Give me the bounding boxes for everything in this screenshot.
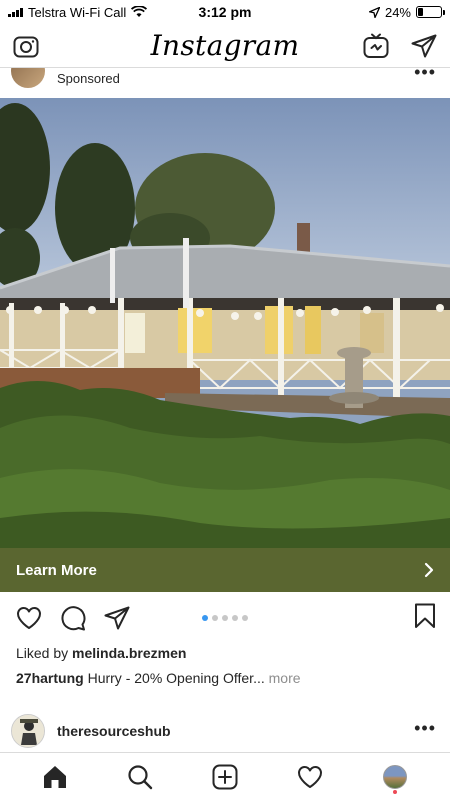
carousel-dot <box>212 615 218 621</box>
igtv-icon[interactable] <box>362 32 390 60</box>
profile-thumbnail <box>383 764 408 789</box>
wifi-icon <box>131 6 148 17</box>
carousel-dot <box>242 615 248 621</box>
learn-more-label: Learn More <box>16 561 97 579</box>
caption-text: Hurry - 20% Opening Offer... <box>87 670 265 686</box>
carousel-dot <box>202 615 208 621</box>
share-icon <box>104 606 130 630</box>
next-post-options-icon[interactable]: ••• <box>414 718 436 739</box>
status-bar: Telstra Wi-Fi Call 3:12 pm 24% <box>0 0 450 24</box>
sponsored-label: Sponsored <box>57 71 120 86</box>
home-icon[interactable] <box>37 759 73 795</box>
activity-icon[interactable] <box>292 759 328 795</box>
likes-prefix: Liked by <box>16 645 69 661</box>
bookmark-icon <box>415 603 435 628</box>
profile-avatar[interactable] <box>377 759 413 795</box>
share-button[interactable] <box>102 603 132 633</box>
post-actions <box>0 600 450 636</box>
next-post-username[interactable]: theresourceshub <box>57 723 171 739</box>
learn-more-button[interactable]: Learn More <box>0 548 450 592</box>
comment-button[interactable] <box>58 603 88 633</box>
status-right: 24% <box>368 4 445 20</box>
comment-icon <box>61 606 86 631</box>
new-post-icon[interactable] <box>207 759 243 795</box>
next-post-avatar[interactable] <box>11 714 45 748</box>
top-header: Instagram <box>0 24 450 68</box>
liked-by-username[interactable]: melinda.brezmen <box>72 645 186 661</box>
notification-dot <box>393 789 398 794</box>
like-button[interactable] <box>14 603 44 633</box>
bottom-nav <box>0 752 450 800</box>
chevron-right-icon <box>424 562 434 578</box>
post-header: Sponsored ••• <box>0 68 450 98</box>
status-left: Telstra Wi-Fi Call <box>8 4 148 20</box>
direct-message-icon[interactable] <box>410 32 438 60</box>
caption-more-link[interactable]: more <box>269 670 301 686</box>
save-button[interactable] <box>414 603 436 634</box>
post-options-icon[interactable]: ••• <box>414 68 436 83</box>
signal-icon <box>8 7 23 17</box>
battery-fill <box>418 8 424 16</box>
carousel-dot <box>232 615 238 621</box>
battery-percent: 24% <box>384 4 411 20</box>
carrier-label: Telstra Wi-Fi Call <box>28 4 127 20</box>
location-arrow-icon <box>368 6 380 18</box>
post-image[interactable] <box>0 98 450 548</box>
advertiser-avatar[interactable] <box>11 68 45 88</box>
carousel-dot <box>222 615 228 621</box>
battery-icon <box>416 6 445 18</box>
header-right-icons <box>362 32 438 60</box>
next-post-header: theresourceshub ••• <box>0 710 450 752</box>
caption-line: 27hartung Hurry - 20% Opening Offer... m… <box>16 670 301 686</box>
caption-username[interactable]: 27hartung <box>16 670 84 686</box>
heart-icon <box>17 607 41 629</box>
likes-line: Liked by melinda.brezmen <box>16 645 186 661</box>
search-icon[interactable] <box>122 759 158 795</box>
camera-icon[interactable] <box>12 32 40 60</box>
